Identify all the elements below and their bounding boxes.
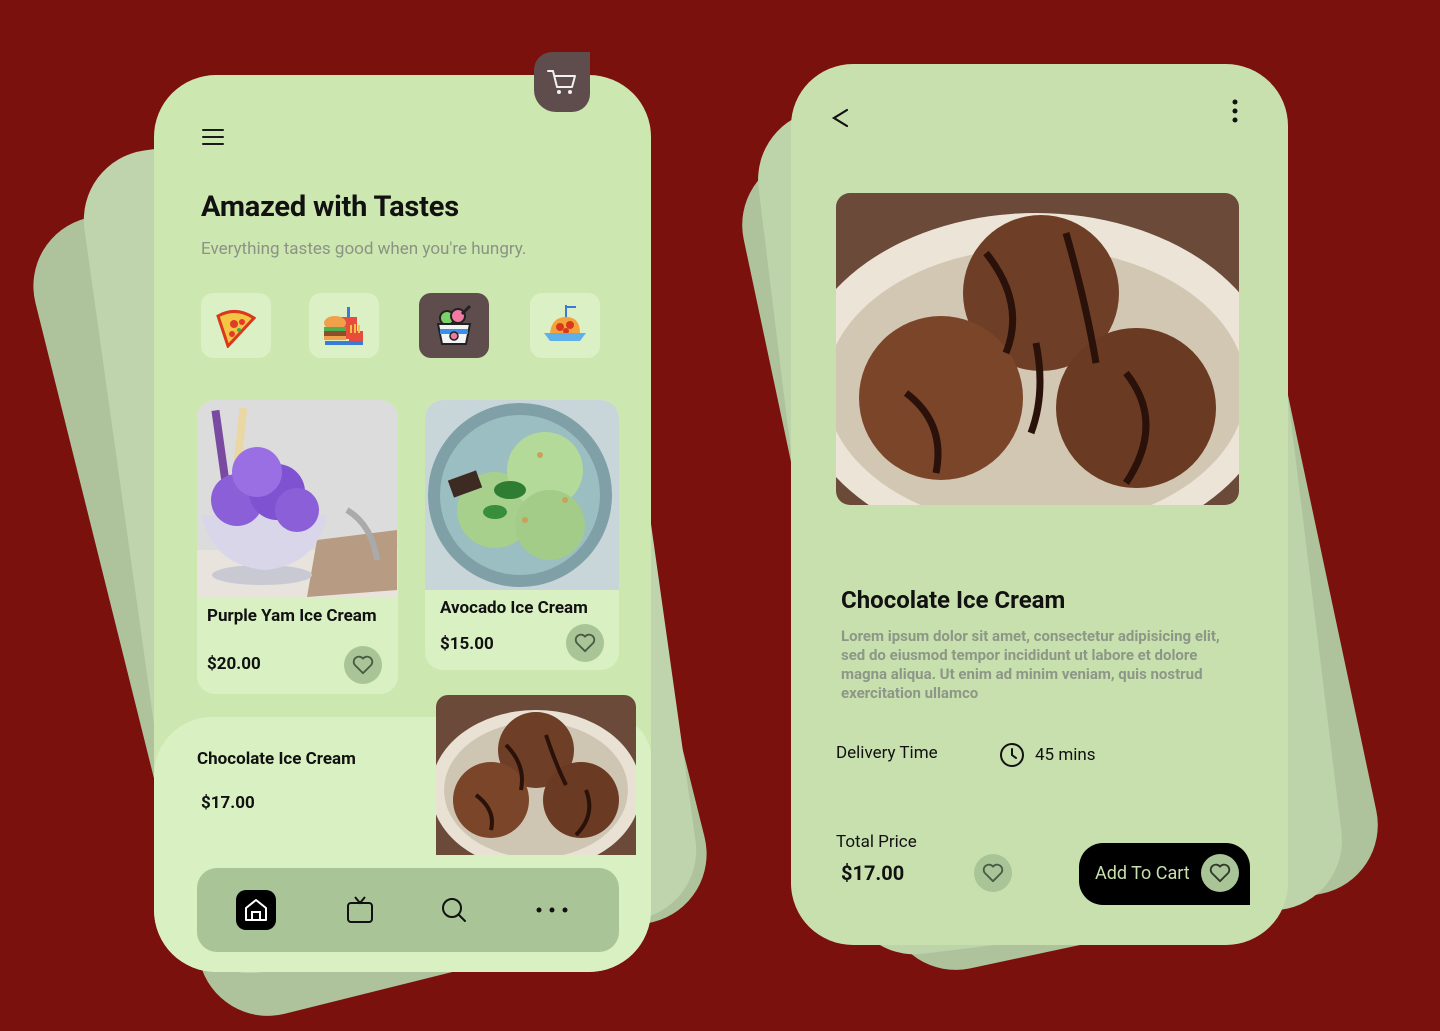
product-card[interactable]: Avocado Ice Cream $15.00 [425, 400, 619, 670]
product-price: $20.00 [207, 654, 261, 674]
favorite-button[interactable] [566, 624, 604, 662]
more-vertical-icon [1232, 99, 1238, 123]
product-price: $15.00 [440, 634, 494, 654]
more-icon [536, 907, 568, 913]
fast-food-icon [324, 306, 363, 345]
purple-yam-ice-cream-image [197, 400, 398, 597]
favorite-button[interactable] [1201, 854, 1239, 892]
product-description: Lorem ipsum dolor sit amet, consectetur … [841, 627, 1220, 702]
cart-button[interactable] [534, 52, 590, 112]
category-spaghetti[interactable] [530, 293, 600, 358]
nav-more[interactable] [532, 890, 572, 930]
back-button[interactable] [829, 104, 853, 136]
heart-icon [982, 863, 1004, 883]
nav-tv[interactable] [340, 890, 380, 930]
bottom-navigation [197, 868, 619, 952]
product-name: Purple Yam Ice Cream [207, 606, 377, 626]
page-title: Amazed with Tastes [201, 190, 459, 224]
product-card[interactable]: Purple Yam Ice Cream $20.00 [197, 400, 398, 694]
delivery-time-label: Delivery Time [836, 743, 938, 763]
total-price-value: $17.00 [841, 861, 905, 885]
back-icon [831, 108, 849, 128]
product-name: Chocolate Ice Cream [197, 749, 356, 769]
add-to-cart-label: Add To Cart [1095, 863, 1190, 884]
favorite-button[interactable] [974, 854, 1012, 892]
product-name: Avocado Ice Cream [440, 598, 588, 618]
product-price: $17.00 [201, 793, 255, 813]
cart-icon [547, 70, 576, 94]
menu-icon[interactable] [202, 129, 224, 147]
chocolate-ice-cream-image [436, 695, 636, 855]
tv-icon [347, 896, 373, 923]
category-fast-food[interactable] [309, 293, 379, 358]
add-to-cart-button[interactable]: Add To Cart [1079, 843, 1250, 905]
delivery-time-value: 45 mins [1035, 745, 1096, 765]
category-ice-cream[interactable] [419, 293, 489, 358]
heart-icon [1209, 863, 1231, 883]
total-price-label: Total Price [836, 832, 917, 852]
heart-icon [352, 655, 374, 675]
ice-cream-icon [436, 304, 472, 345]
options-button[interactable] [1229, 98, 1241, 130]
product-detail-image [836, 193, 1239, 505]
product-title: Chocolate Ice Cream [841, 586, 1066, 614]
nav-search[interactable] [434, 890, 474, 930]
category-pizza[interactable] [201, 293, 271, 358]
spaghetti-icon [544, 304, 586, 341]
favorite-button[interactable] [344, 646, 382, 684]
nav-home[interactable] [236, 890, 276, 930]
search-icon [442, 898, 466, 922]
avocado-ice-cream-image [425, 400, 619, 590]
pizza-icon [216, 309, 257, 348]
page-subtitle: Everything tastes good when you're hungr… [201, 239, 527, 259]
detail-screen: Chocolate Ice Cream Lorem ipsum dolor si… [791, 64, 1288, 945]
home-icon [245, 899, 267, 921]
heart-icon [574, 633, 596, 653]
clock-icon [999, 742, 1025, 772]
